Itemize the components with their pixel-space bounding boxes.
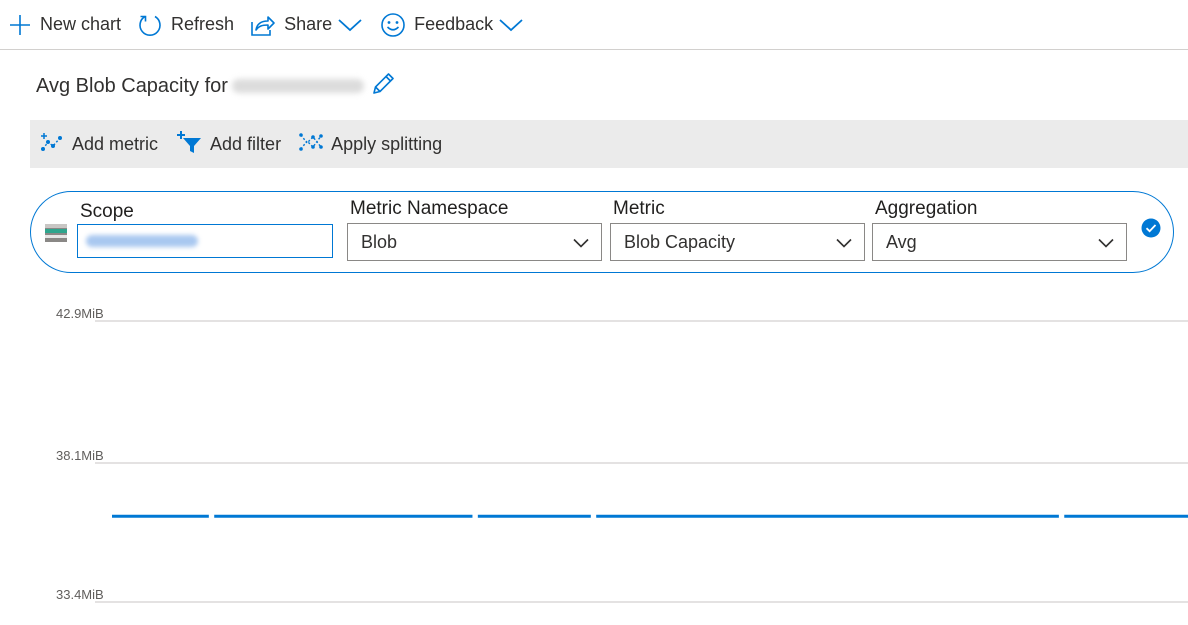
pencil-icon: [370, 71, 396, 102]
add-filter-label: Add filter: [210, 133, 282, 154]
apply-splitting-button[interactable]: Apply splitting: [299, 131, 442, 158]
new-chart-label: New chart: [40, 14, 122, 34]
check-circle-icon: [1141, 218, 1161, 242]
refresh-button[interactable]: Refresh: [137, 0, 234, 50]
new-chart-button[interactable]: New chart: [8, 0, 121, 50]
chevron-down-icon: [1098, 232, 1114, 253]
chevron-down-icon: [338, 18, 362, 32]
metric-label: Metric: [613, 198, 665, 219]
add-metric-button[interactable]: Add metric: [40, 131, 158, 158]
edit-title-button[interactable]: [370, 71, 396, 102]
plus-icon: [8, 13, 32, 37]
add-metric-icon: [40, 131, 64, 158]
aggregation-dropdown[interactable]: Avg: [872, 223, 1127, 261]
metric-command-bar: Add metric Add filter Apply splitting: [30, 120, 1188, 168]
scope-input[interactable]: [77, 224, 333, 258]
aggregation-value: Avg: [886, 231, 917, 252]
apply-splitting-label: Apply splitting: [331, 133, 443, 154]
scope-label: Scope: [80, 201, 134, 222]
aggregation-label: Aggregation: [875, 198, 978, 219]
y-tick-label: 33.4MiB: [56, 587, 104, 602]
scope-value-redacted: [86, 235, 198, 247]
refresh-icon: [137, 12, 163, 38]
feedback-button[interactable]: Feedback: [380, 0, 523, 50]
share-button[interactable]: Share: [250, 0, 362, 50]
chart-plot-area: 42.9MiB 38.1MiB 33.4MiB: [56, 306, 1188, 603]
metric-chart: 42.9MiB 38.1MiB 33.4MiB: [0, 290, 1188, 625]
add-filter-button[interactable]: Add filter: [176, 130, 281, 159]
chevron-down-icon: [573, 232, 589, 253]
metric-namespace-value: Blob: [361, 231, 398, 252]
metric-namespace-label: Metric Namespace: [350, 198, 509, 219]
splitting-icon: [299, 131, 323, 158]
chart-title-text: Avg Blob Capacity for: [36, 74, 228, 97]
toolbar: New chart Refresh Share Feedback: [0, 0, 1188, 50]
y-tick-label: 42.9MiB: [56, 306, 104, 321]
share-icon: [250, 13, 276, 37]
metric-dropdown[interactable]: Blob Capacity: [610, 223, 865, 261]
filter-icon: [176, 130, 202, 159]
feedback-label: Feedback: [414, 14, 494, 34]
resource-name-redacted: [231, 79, 364, 93]
metric-selector: Scope Metric Namespace Blob Metric Blob …: [30, 191, 1174, 273]
chevron-down-icon: [499, 18, 523, 32]
share-label: Share: [284, 14, 333, 34]
refresh-label: Refresh: [171, 14, 235, 34]
storage-account-icon: [45, 224, 67, 242]
y-tick-label: 38.1MiB: [56, 448, 104, 463]
metric-value: Blob Capacity: [624, 231, 736, 252]
metric-namespace-dropdown[interactable]: Blob: [347, 223, 602, 261]
add-metric-label: Add metric: [72, 133, 159, 154]
confirm-metric-button[interactable]: [1141, 218, 1161, 238]
smiley-icon: [380, 12, 406, 38]
chevron-down-icon: [836, 232, 852, 253]
chart-title: Avg Blob Capacity for: [36, 70, 396, 102]
